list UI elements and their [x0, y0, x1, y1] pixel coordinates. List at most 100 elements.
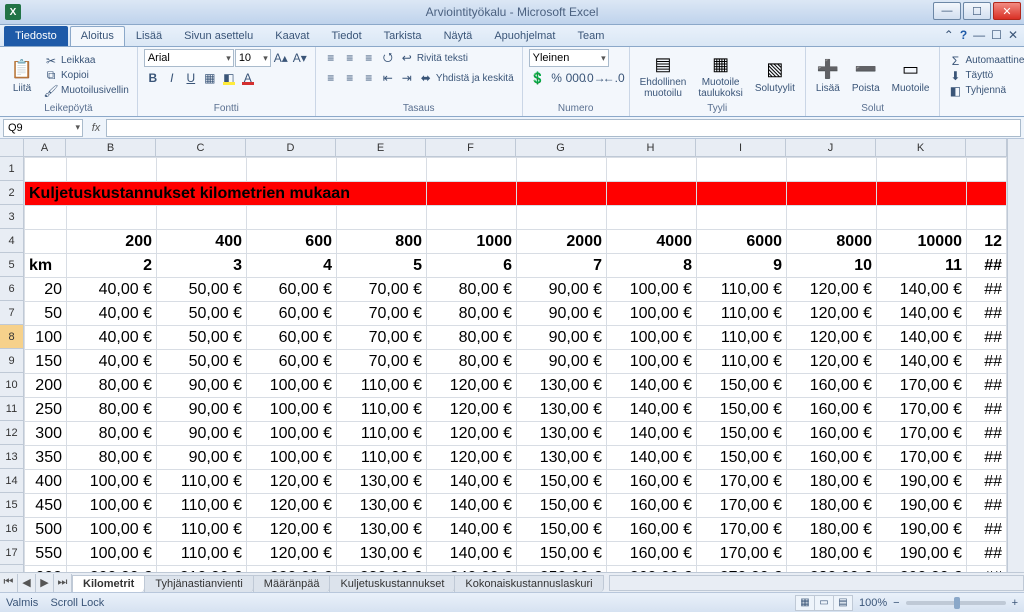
minimize-button[interactable]: — — [933, 2, 961, 20]
fill-button[interactable]: ⬇Täyttö — [946, 69, 1024, 83]
tab-insert[interactable]: Lisää — [125, 26, 173, 46]
row-header-14[interactable]: 14 — [0, 469, 24, 493]
col-header-I[interactable]: I — [696, 139, 786, 157]
copy-button[interactable]: ⧉Kopioi — [42, 69, 131, 83]
grid[interactable]: Kuljetuskustannukset kilometrien mukaan2… — [24, 157, 1007, 572]
align-center-button[interactable]: ≡ — [341, 69, 359, 87]
sheet-tab-kilometrit[interactable]: Kilometrit — [72, 575, 145, 592]
row-header-15[interactable]: 15 — [0, 493, 24, 517]
row-header-5[interactable]: 5 — [0, 253, 24, 277]
tab-view[interactable]: Näytä — [433, 26, 484, 46]
zoom-slider[interactable] — [906, 601, 1006, 605]
window-restore-icon[interactable]: ☐ — [991, 28, 1002, 42]
col-header-H[interactable]: H — [606, 139, 696, 157]
zoom-in-button[interactable]: + — [1012, 597, 1018, 609]
col-header-F[interactable]: F — [426, 139, 516, 157]
align-middle-button[interactable]: ≡ — [341, 49, 359, 67]
col-header-B[interactable]: B — [66, 139, 156, 157]
row-header-1[interactable]: 1 — [0, 157, 24, 181]
sheet-tab-tyhjänastianvienti[interactable]: Tyhjänastianvienti — [144, 575, 253, 592]
vertical-scrollbar[interactable] — [1007, 139, 1024, 572]
name-box[interactable]: Q9 — [3, 119, 83, 137]
increase-decimal-button[interactable]: .0→ — [586, 69, 604, 87]
row-header-7[interactable]: 7 — [0, 301, 24, 325]
col-header-G[interactable]: G — [516, 139, 606, 157]
increase-indent-button[interactable]: ⇥ — [398, 69, 416, 87]
align-top-button[interactable]: ≡ — [322, 49, 340, 67]
row-header-10[interactable]: 10 — [0, 373, 24, 397]
view-pagebreak-button[interactable]: ▤ — [833, 595, 853, 611]
col-header-D[interactable]: D — [246, 139, 336, 157]
row-header-13[interactable]: 13 — [0, 445, 24, 469]
col-header-C[interactable]: C — [156, 139, 246, 157]
cut-button[interactable]: ✂Leikkaa — [42, 54, 131, 68]
paste-button[interactable]: 📋 Liitä — [6, 56, 38, 96]
fx-icon[interactable]: fx — [86, 122, 106, 134]
cell-styles-button[interactable]: ▧Solutyylit — [751, 56, 799, 96]
clear-button[interactable]: ◧Tyhjennä — [946, 84, 1024, 98]
row-header-11[interactable]: 11 — [0, 397, 24, 421]
decrease-indent-button[interactable]: ⇤ — [379, 69, 397, 87]
orientation-button[interactable]: ⭯ — [379, 49, 397, 67]
wrap-text-button[interactable]: ↩Rivitä teksti — [398, 49, 470, 67]
horizontal-scrollbar[interactable] — [609, 575, 1024, 591]
tab-review[interactable]: Tarkista — [373, 26, 433, 46]
sheet-nav-last[interactable]: ⏭ — [54, 574, 72, 592]
col-header-J[interactable]: J — [786, 139, 876, 157]
tab-team[interactable]: Team — [566, 26, 615, 46]
align-bottom-button[interactable]: ≡ — [360, 49, 378, 67]
sheet-tab-määränpää[interactable]: Määränpää — [253, 575, 331, 592]
tab-addins[interactable]: Apuohjelmat — [483, 26, 566, 46]
window-close2-icon[interactable]: ✕ — [1008, 28, 1018, 42]
conditional-formatting-button[interactable]: ▤Ehdollinen muotoilu — [636, 50, 691, 101]
row-header-18[interactable]: 18 — [0, 565, 24, 572]
row-header-17[interactable]: 17 — [0, 541, 24, 565]
bold-button[interactable]: B — [144, 69, 162, 87]
font-size-combo[interactable]: 10 — [235, 49, 271, 67]
thousands-button[interactable]: 000 — [567, 69, 585, 87]
minimize-ribbon-icon[interactable]: ⌃ — [944, 28, 954, 42]
sheet-nav-next[interactable]: ▶ — [36, 574, 54, 592]
row-header-2[interactable]: 2 — [0, 181, 24, 205]
format-cells-button[interactable]: ▭Muotoile — [888, 56, 934, 96]
col-header-E[interactable]: E — [336, 139, 426, 157]
row-header-16[interactable]: 16 — [0, 517, 24, 541]
decrease-decimal-button[interactable]: ←.0 — [605, 69, 623, 87]
row-header-3[interactable]: 3 — [0, 205, 24, 229]
underline-button[interactable]: U — [182, 69, 200, 87]
row-header-12[interactable]: 12 — [0, 421, 24, 445]
zoom-out-button[interactable]: − — [893, 597, 899, 609]
fill-color-button[interactable]: ◧ — [220, 69, 238, 87]
font-color-button[interactable]: A — [239, 69, 257, 87]
format-as-table-button[interactable]: ▦Muotoile taulukoksi — [694, 50, 746, 101]
col-header-K[interactable]: K — [876, 139, 966, 157]
tab-data[interactable]: Tiedot — [320, 26, 372, 46]
currency-button[interactable]: 💲 — [529, 69, 547, 87]
align-right-button[interactable]: ≡ — [360, 69, 378, 87]
col-header-A[interactable]: A — [24, 139, 66, 157]
view-pagelayout-button[interactable]: ▭ — [814, 595, 834, 611]
tab-pagelayout[interactable]: Sivun asettelu — [173, 26, 264, 46]
sheet-title-cell[interactable]: Kuljetuskustannukset kilometrien mukaan — [25, 182, 427, 206]
decrease-font-button[interactable]: A▾ — [291, 49, 309, 67]
tab-home[interactable]: Aloitus — [70, 26, 125, 46]
formula-input[interactable] — [106, 119, 1021, 137]
window-min2-icon[interactable]: — — [973, 28, 985, 42]
tab-formulas[interactable]: Kaavat — [264, 26, 320, 46]
sheet-nav-prev[interactable]: ◀ — [18, 574, 36, 592]
merge-button[interactable]: ⬌Yhdistä ja keskitä — [417, 69, 516, 87]
select-all-corner[interactable] — [0, 139, 24, 157]
row-header-6[interactable]: 6 — [0, 277, 24, 301]
sheet-nav-first[interactable]: ⏮ — [0, 574, 18, 592]
insert-cells-button[interactable]: ➕Lisää — [812, 56, 844, 96]
maximize-button[interactable]: ☐ — [963, 2, 991, 20]
row-header-4[interactable]: 4 — [0, 229, 24, 253]
increase-font-button[interactable]: A▴ — [272, 49, 290, 67]
cells-table[interactable]: Kuljetuskustannukset kilometrien mukaan2… — [24, 157, 1007, 572]
percent-button[interactable]: % — [548, 69, 566, 87]
font-name-combo[interactable]: Arial — [144, 49, 234, 67]
format-painter-button[interactable]: 🖌Muotoilusivellin — [42, 84, 131, 98]
sheet-tab-kokonaiskustannuslaskuri[interactable]: Kokonaiskustannuslaskuri — [454, 575, 603, 592]
tab-file[interactable]: Tiedosto — [4, 26, 68, 46]
align-left-button[interactable]: ≡ — [322, 69, 340, 87]
